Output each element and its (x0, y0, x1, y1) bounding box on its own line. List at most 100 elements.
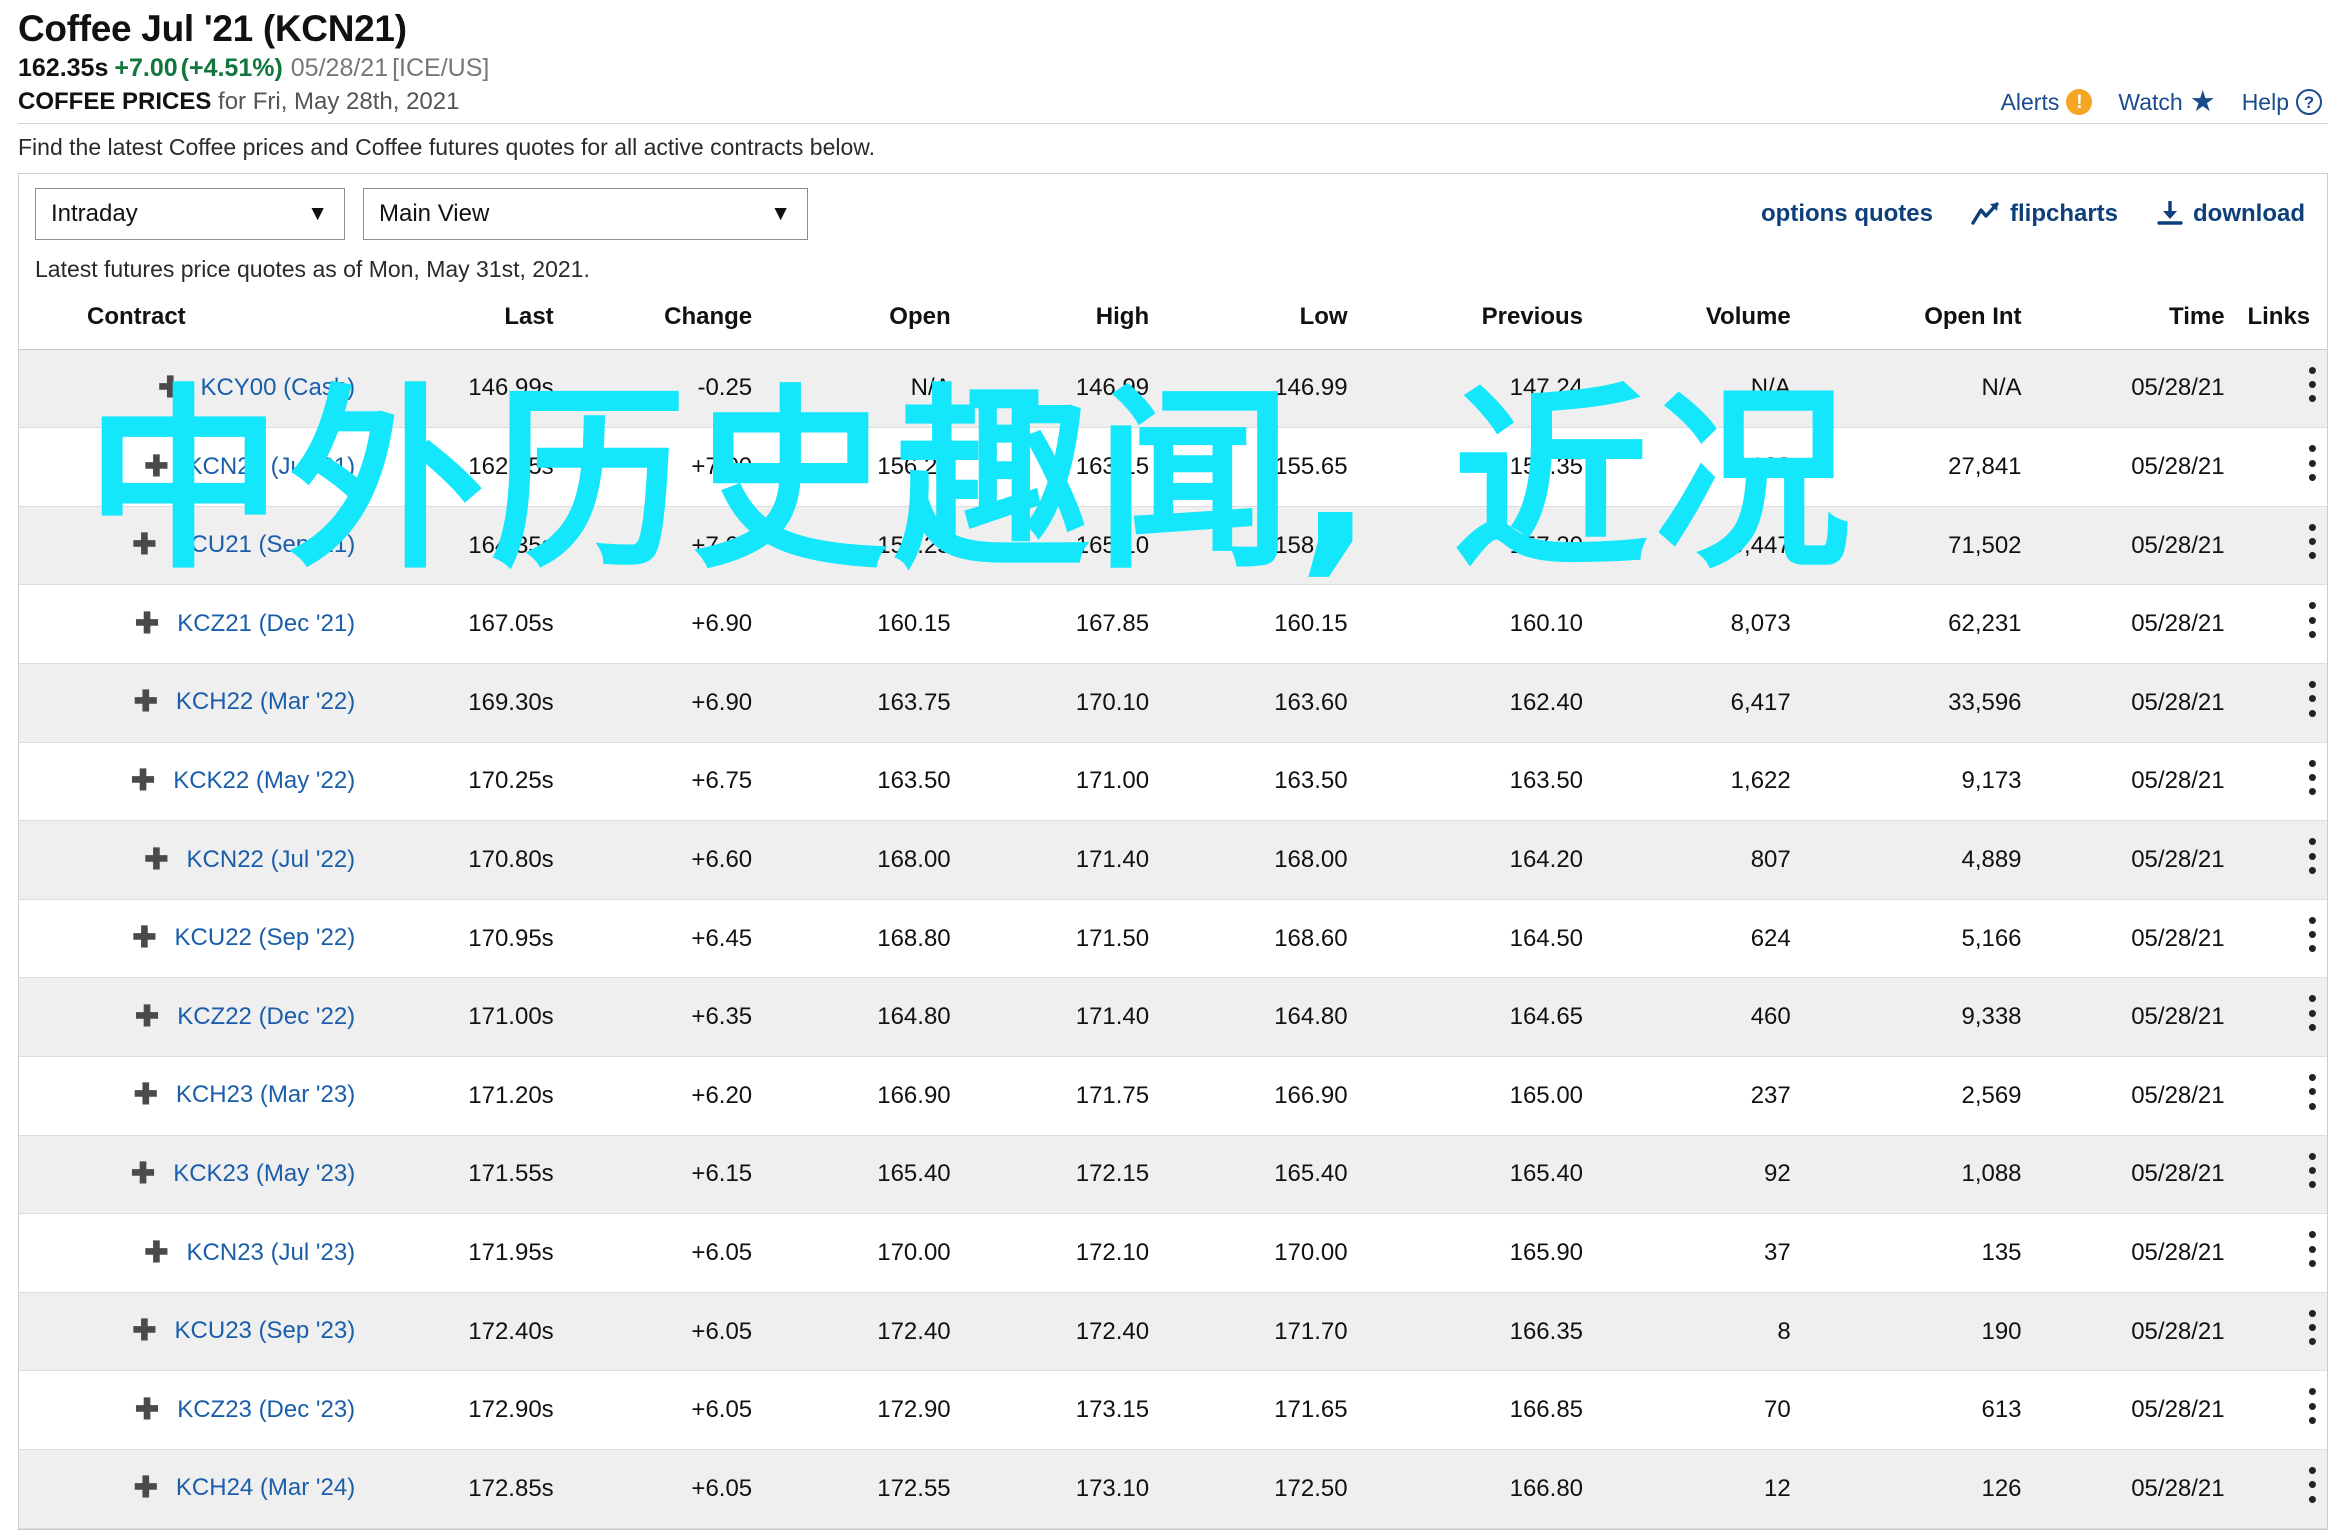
page-title: Coffee Jul '21 (KCN21) (18, 8, 407, 49)
contract-link[interactable]: KCN22 (Jul '22) (187, 846, 356, 873)
contract-link[interactable]: KCN21 (Jul '21) (187, 453, 356, 480)
kebab-menu-icon[interactable]: • • • (2307, 1142, 2317, 1197)
cell-open: 168.80 (762, 899, 961, 979)
contract-link[interactable]: KCU23 (Sep '23) (175, 1317, 356, 1344)
add-plus-icon[interactable]: ✚ (131, 531, 156, 560)
add-plus-icon[interactable]: ✚ (143, 1238, 168, 1268)
cell-previous: 165.00 (1357, 1056, 1594, 1136)
kebab-menu-icon[interactable]: • • • (2307, 828, 2317, 883)
contract-link[interactable]: KCK22 (May '22) (173, 767, 355, 794)
cell-high: 165.10 (960, 506, 1160, 586)
cell-previous: 166.35 (1357, 1292, 1594, 1372)
column-header-volume[interactable]: Volume (1593, 296, 1801, 350)
add-plus-icon[interactable]: ✚ (132, 1081, 158, 1110)
contract-link[interactable]: KCK23 (May '23) (173, 1160, 355, 1187)
cell-contract: ✚ KCK23 (May '23) (19, 1135, 366, 1215)
cell-open: 160.15 (762, 584, 961, 665)
column-header-time[interactable]: Time (2031, 296, 2235, 350)
column-header-open[interactable]: Open (762, 296, 961, 350)
watch-link[interactable]: Watch ★ (2118, 87, 2215, 117)
cell-volume: N/A (1593, 349, 1801, 429)
cell-links: • • • (2234, 1135, 2327, 1215)
cell-open: 166.90 (762, 1056, 961, 1136)
kebab-menu-icon[interactable]: • • • (2307, 1221, 2317, 1276)
cell-links: • • • (2234, 977, 2327, 1058)
cell-volume: 1,622 (1593, 742, 1801, 822)
cell-previous: 165.40 (1357, 1135, 1594, 1215)
cell-change: +6.60 (563, 820, 763, 900)
cell-low: 168.60 (1159, 899, 1358, 979)
add-plus-icon[interactable]: ✚ (129, 766, 155, 796)
kebab-menu-icon[interactable]: • • • (2307, 985, 2317, 1040)
kebab-menu-icon[interactable]: • • • (2307, 514, 2317, 569)
add-plus-icon[interactable]: ✚ (133, 1002, 159, 1032)
cell-low: 168.00 (1159, 820, 1358, 900)
column-header-change[interactable]: Change (563, 296, 763, 350)
kebab-menu-icon[interactable]: • • • (2307, 592, 2317, 647)
contract-link[interactable]: KCH24 (Mar '24) (176, 1474, 355, 1501)
cell-high: 163.15 (960, 427, 1160, 507)
cell-open-int: 1,088 (1800, 1135, 2032, 1215)
cell-last: 146.99s (365, 349, 564, 429)
add-plus-icon[interactable]: ✚ (131, 924, 156, 953)
cell-last: 172.40s (365, 1292, 564, 1372)
help-link[interactable]: Help ? (2242, 89, 2322, 116)
cell-open-int: N/A (1800, 349, 2032, 429)
chevron-down-icon: ▼ (307, 201, 328, 225)
kebab-menu-icon[interactable]: • • • (2307, 749, 2317, 804)
contract-link[interactable]: KCU21 (Sep '21) (175, 531, 356, 558)
cell-volume: 70 (1593, 1370, 1801, 1450)
view-type-select[interactable]: Intraday ▼ (35, 187, 345, 240)
cell-change: +6.90 (563, 584, 763, 665)
add-plus-icon[interactable]: ✚ (156, 373, 182, 403)
add-plus-icon[interactable]: ✚ (143, 452, 168, 482)
add-plus-icon[interactable]: ✚ (133, 1395, 159, 1425)
cell-change: +6.20 (563, 1056, 763, 1136)
cell-high: 167.85 (960, 584, 1160, 665)
cell-open-int: 126 (1800, 1449, 2032, 1529)
kebab-menu-icon[interactable]: • • • (2307, 907, 2317, 962)
column-header-contract[interactable]: Contract (19, 296, 366, 350)
download-link[interactable]: download (2156, 200, 2305, 228)
column-header-links: Links (2234, 296, 2327, 350)
contract-link[interactable]: KCN23 (Jul '23) (187, 1239, 356, 1266)
add-plus-icon[interactable]: ✚ (132, 688, 158, 717)
kebab-menu-icon[interactable]: • • • (2307, 1457, 2317, 1512)
cell-links: • • • (2234, 820, 2327, 900)
contract-link[interactable]: KCU22 (Sep '22) (175, 924, 356, 951)
contract-link[interactable]: KCH22 (Mar '22) (176, 688, 355, 715)
column-header-last[interactable]: Last (365, 296, 564, 350)
kebab-menu-icon[interactable]: • • • (2307, 1300, 2317, 1355)
kebab-menu-icon[interactable]: • • • (2307, 435, 2317, 490)
flipcharts-link[interactable]: flipcharts (1971, 200, 2118, 228)
options-quotes-link[interactable]: options quotes (1761, 200, 1933, 228)
table-row: ✚ KCH23 (Mar '23) 171.20s +6.20 166.90 171.75… (19, 1056, 2327, 1136)
column-header-high[interactable]: High (960, 296, 1160, 350)
kebab-menu-icon[interactable]: • • • (2307, 356, 2317, 411)
contract-link[interactable]: KCY00 (Cash) (200, 374, 355, 401)
cell-last: 171.20s (365, 1056, 564, 1136)
add-plus-icon[interactable]: ✚ (132, 1474, 158, 1503)
cell-links: • • • (2234, 899, 2327, 979)
table-row: ✚ KCH24 (Mar '24) 172.85s +6.05 172.55 173.10… (19, 1449, 2327, 1529)
kebab-menu-icon[interactable]: • • • (2307, 671, 2317, 726)
cell-contract: ✚ KCK22 (May '22) (19, 742, 366, 822)
cell-links: • • • (2234, 1213, 2327, 1293)
cell-volume: 624 (1593, 899, 1801, 979)
add-plus-icon[interactable]: ✚ (129, 1159, 155, 1189)
column-header-low[interactable]: Low (1159, 296, 1358, 350)
alerts-link[interactable]: Alerts ! (2001, 89, 2093, 116)
contract-link[interactable]: KCH23 (Mar '23) (176, 1081, 355, 1108)
kebab-menu-icon[interactable]: • • • (2307, 1064, 2317, 1119)
column-header-open-int[interactable]: Open Int (1800, 296, 2032, 350)
add-plus-icon[interactable]: ✚ (143, 845, 168, 875)
contract-link[interactable]: KCZ21 (Dec '21) (177, 610, 355, 637)
add-plus-icon[interactable]: ✚ (131, 1317, 156, 1346)
cell-links: • • • (2234, 742, 2327, 822)
contract-link[interactable]: KCZ23 (Dec '23) (177, 1396, 355, 1423)
layout-select[interactable]: Main View ▼ (363, 187, 808, 240)
column-header-previous[interactable]: Previous (1357, 296, 1594, 350)
add-plus-icon[interactable]: ✚ (133, 609, 159, 639)
contract-link[interactable]: KCZ22 (Dec '22) (177, 1003, 355, 1030)
kebab-menu-icon[interactable]: • • • (2307, 1378, 2317, 1433)
